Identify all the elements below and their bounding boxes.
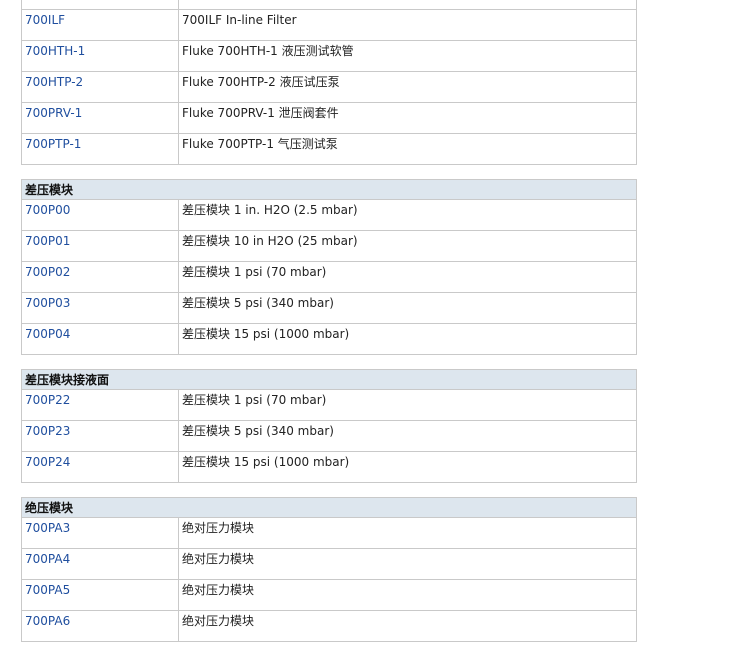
part-number-cell: 700P23	[21, 420, 179, 452]
table-row: 700P01 差压模块 10 in H2O (25 mbar)	[21, 230, 637, 262]
part-description: 差压模块 15 psi (1000 mbar)	[178, 451, 637, 483]
part-number-cell: 700HTP-2	[21, 71, 179, 103]
part-number-cell: 700PTP-1	[21, 133, 179, 165]
part-number-link[interactable]: 700ILF	[25, 13, 65, 27]
part-description: 差压模块 1 psi (70 mbar)	[178, 261, 637, 293]
part-number-cell: 700P22	[21, 389, 179, 421]
part-number-link[interactable]: 700P22	[25, 393, 70, 407]
part-number-cell: 700ILF	[21, 9, 179, 41]
table-row	[21, 0, 637, 10]
table-row: 700PRV-1 Fluke 700PRV-1 泄压阀套件	[21, 102, 637, 134]
section-table: 700P22 差压模块 1 psi (70 mbar) 700P23 差压模块 5 p…	[21, 389, 637, 483]
part-number-link[interactable]: 700PTP-1	[25, 137, 81, 151]
part-number-link[interactable]: 700P03	[25, 296, 70, 310]
product-section: 绝压模块 700PA3 绝对压力模块 700PA4 绝对压力模块 700PA5 绝对压力模块…	[21, 497, 637, 642]
table-row: 700P02 差压模块 1 psi (70 mbar)	[21, 261, 637, 293]
part-number-cell: 700P00	[21, 199, 179, 231]
part-number-link[interactable]: 700P24	[25, 455, 70, 469]
part-number-cell: 700P04	[21, 323, 179, 355]
part-number-cell: 700PA3	[21, 517, 179, 549]
part-description: 差压模块 1 psi (70 mbar)	[178, 389, 637, 421]
part-description: 绝对压力模块	[178, 517, 637, 549]
part-number-link[interactable]: 700HTP-2	[25, 75, 83, 89]
table-row: 700PTP-1 Fluke 700PTP-1 气压测试泵	[21, 133, 637, 165]
product-section: 差压模块 700P00 差压模块 1 in. H2O (2.5 mbar) 700P0…	[21, 179, 637, 355]
section-table: 700PA3 绝对压力模块 700PA4 绝对压力模块 700PA5 绝对压力模块 700P…	[21, 517, 637, 642]
part-description: 差压模块 1 in. H2O (2.5 mbar)	[178, 199, 637, 231]
part-number-link[interactable]: 700PA5	[25, 583, 70, 597]
table-row: 700P24 差压模块 15 psi (1000 mbar)	[21, 451, 637, 483]
product-list: 700ILF 700ILF In-line Filter 700HTH-1 Fluke…	[21, 0, 637, 664]
part-description: 差压模块 5 psi (340 mbar)	[178, 292, 637, 324]
part-number-cell: 700HTH-1	[21, 40, 179, 72]
section-heading: 差压模块	[21, 179, 637, 199]
table-row: 700PA3 绝对压力模块	[21, 517, 637, 549]
table-row: 700ILF 700ILF In-line Filter	[21, 9, 637, 41]
part-number-cell: 700P01	[21, 230, 179, 262]
product-section: 差压模块接液面 700P22 差压模块 1 psi (70 mbar) 700P23 差…	[21, 369, 637, 483]
table-row: 700P23 差压模块 5 psi (340 mbar)	[21, 420, 637, 452]
part-description: Fluke 700HTH-1 液压测试软管	[178, 40, 637, 72]
part-number-cell: 700PRV-1	[21, 102, 179, 134]
part-number-link[interactable]: 700P04	[25, 327, 70, 341]
part-number-link[interactable]: 700P00	[25, 203, 70, 217]
part-number-cell: 700P03	[21, 292, 179, 324]
part-number-link[interactable]: 700PA6	[25, 614, 70, 628]
part-number-link[interactable]: 700PRV-1	[25, 106, 82, 120]
part-number-cell: 700PA4	[21, 548, 179, 580]
section-table: 700P00 差压模块 1 in. H2O (2.5 mbar) 700P01 差压模…	[21, 199, 637, 355]
part-description: 绝对压力模块	[178, 579, 637, 611]
table-row: 700PA4 绝对压力模块	[21, 548, 637, 580]
part-number-link[interactable]: 700P01	[25, 234, 70, 248]
part-number-link[interactable]: 700P23	[25, 424, 70, 438]
part-description: 差压模块 10 in H2O (25 mbar)	[178, 230, 637, 262]
part-number-link[interactable]: 700P02	[25, 265, 70, 279]
part-number-cell: 700P24	[21, 451, 179, 483]
table-row: 700HTH-1 Fluke 700HTH-1 液压测试软管	[21, 40, 637, 72]
table-row: 700P00 差压模块 1 in. H2O (2.5 mbar)	[21, 199, 637, 231]
part-description: 差压模块 5 psi (340 mbar)	[178, 420, 637, 452]
part-description: 差压模块 15 psi (1000 mbar)	[178, 323, 637, 355]
table-row: 700PA5 绝对压力模块	[21, 579, 637, 611]
table-row: 700HTP-2 Fluke 700HTP-2 液压试压泵	[21, 71, 637, 103]
table-row: 700P03 差压模块 5 psi (340 mbar)	[21, 292, 637, 324]
table-row: 700P22 差压模块 1 psi (70 mbar)	[21, 389, 637, 421]
part-description: 绝对压力模块	[178, 548, 637, 580]
accessories-table: 700ILF 700ILF In-line Filter 700HTH-1 Fluke…	[21, 0, 637, 165]
part-number-cell: 700PA5	[21, 579, 179, 611]
part-number-link[interactable]: 700PA3	[25, 521, 70, 535]
part-description: Fluke 700PRV-1 泄压阀套件	[178, 102, 637, 134]
section-heading: 绝压模块	[21, 497, 637, 517]
part-description: 700ILF In-line Filter	[178, 9, 637, 41]
part-number-cell: 700P02	[21, 261, 179, 293]
part-description: Fluke 700HTP-2 液压试压泵	[178, 71, 637, 103]
part-number-link[interactable]: 700PA4	[25, 552, 70, 566]
table-row: 700P04 差压模块 15 psi (1000 mbar)	[21, 323, 637, 355]
section-heading: 差压模块接液面	[21, 369, 637, 389]
part-description: Fluke 700PTP-1 气压测试泵	[178, 133, 637, 165]
part-number-link[interactable]: 700HTH-1	[25, 44, 85, 58]
